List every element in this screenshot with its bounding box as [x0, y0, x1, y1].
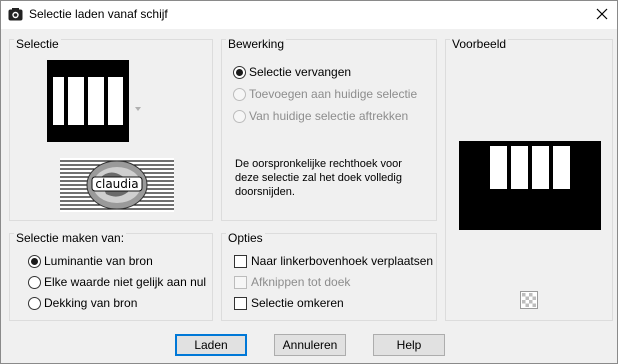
radio-elke-waarde[interactable]: Elke waarde niet gelijk aan nul — [28, 275, 206, 289]
close-button[interactable] — [587, 1, 617, 29]
radio-selectie-vervangen[interactable]: Selectie vervangen — [233, 65, 351, 79]
transparency-toggle-button[interactable] — [520, 291, 538, 309]
selectie-group-label: Selectie — [14, 37, 61, 51]
checkbox-linkerbovenhoek[interactable]: Naar linkerbovenhoek verplaatsen — [234, 254, 433, 268]
radio-label: Toevoegen aan huidige selectie — [249, 87, 418, 101]
cancel-button[interactable]: Annuleren — [274, 334, 346, 356]
selection-thumbnail — [47, 60, 129, 142]
radio-toevoegen[interactable]: Toevoegen aan huidige selectie — [233, 87, 417, 101]
checkerboard-icon — [520, 291, 538, 312]
checkbox — [234, 296, 247, 310]
voorbeeld-group-label: Voorbeeld — [450, 37, 509, 51]
opties-group-label: Opties — [226, 231, 265, 245]
radio-dekking[interactable]: Dekking van bron — [28, 296, 137, 310]
radio-button — [233, 65, 246, 79]
bewerking-group: Bewerking Selectie vervangen Toevoegen a… — [221, 37, 437, 221]
load-button[interactable]: Laden — [175, 334, 247, 356]
checkbox — [234, 254, 247, 268]
radio-label: Van huidige selectie aftrekken — [249, 109, 409, 123]
help-button[interactable]: Help — [373, 334, 445, 356]
operation-description: De oorspronkelijke rechthoek voor deze s… — [235, 158, 402, 198]
checkbox-label: Afknippen tot doek — [251, 275, 351, 289]
radio-button — [233, 109, 246, 123]
radio-label: Dekking van bron — [44, 296, 138, 310]
radio-button — [28, 275, 41, 289]
bewerking-group-label: Bewerking — [226, 37, 287, 51]
radio-aftrekken[interactable]: Van huidige selectie aftrekken — [233, 109, 408, 123]
close-icon — [596, 8, 608, 23]
title-bar: Selectie laden vanaf schijf — [1, 1, 617, 29]
selectie-maken-group-label: Selectie maken van: — [14, 231, 127, 245]
checkbox-label: Naar linkerbovenhoek verplaatsen — [251, 254, 434, 268]
voorbeeld-group: Voorbeeld — [445, 37, 613, 321]
window-title: Selectie laden vanaf schijf — [29, 7, 168, 21]
radio-luminantie[interactable]: Luminantie van bron — [28, 254, 153, 268]
dialog-window: Selectie laden vanaf schijf Selectie cla… — [0, 0, 618, 364]
svg-text:claudia: claudia — [95, 177, 138, 191]
chevron-down-icon — [135, 100, 141, 114]
radio-button — [233, 87, 246, 101]
preview-canvas — [459, 141, 601, 230]
checkbox-label: Selectie omkeren — [251, 296, 344, 310]
selectie-group: Selectie claudia — [9, 37, 213, 221]
radio-label: Selectie vervangen — [249, 65, 352, 79]
checkbox-omkeren[interactable]: Selectie omkeren — [234, 296, 344, 310]
selectie-maken-group: Selectie maken van: Luminantie van bron … — [9, 231, 213, 321]
radio-button — [28, 254, 41, 268]
radio-label: Elke waarde niet gelijk aan nul — [44, 275, 207, 289]
watermark-logo: claudia — [60, 158, 174, 212]
camera-icon — [8, 7, 23, 22]
checkbox-afknippen[interactable]: Afknippen tot doek — [234, 275, 350, 289]
radio-label: Luminantie van bron — [44, 254, 153, 268]
selection-thumbnail-dropdown[interactable] — [47, 60, 143, 142]
checkbox — [234, 275, 247, 289]
radio-button — [28, 296, 41, 310]
opties-group: Opties Naar linkerbovenhoek verplaatsen … — [221, 231, 437, 321]
